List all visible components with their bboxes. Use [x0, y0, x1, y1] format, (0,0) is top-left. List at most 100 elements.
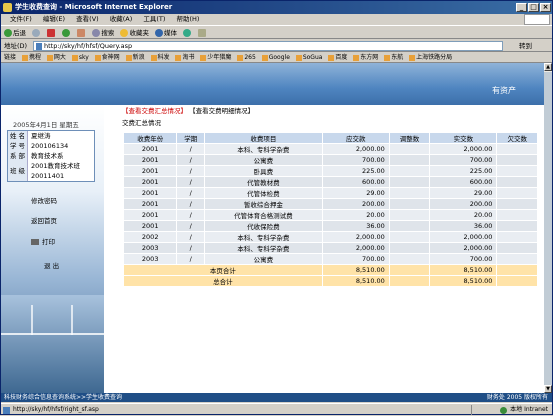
link-item[interactable]: 东航 [384, 52, 403, 62]
vertical-scrollbar[interactable]: ▲ ▼ [544, 63, 552, 393]
link-item[interactable]: 东方网 [353, 52, 378, 62]
table-cell: 700.00 [429, 253, 498, 265]
maximize-button[interactable]: □ [528, 3, 539, 12]
tab-detail[interactable]: 【查看交费明细情况】 [189, 107, 254, 115]
address-bar: 地址(D) http://sky/hf/hfsf/Query.asp 转到 [1, 40, 552, 52]
menu-view[interactable]: 查看(V) [76, 14, 99, 25]
scroll-thumb[interactable] [544, 72, 552, 392]
printer-icon [31, 239, 39, 245]
close-button[interactable]: × [540, 3, 551, 12]
table-cell [388, 209, 431, 221]
home-button[interactable] [77, 26, 86, 40]
refresh-button[interactable] [62, 26, 71, 40]
total-paid: 8,510.00 [429, 275, 498, 287]
table-cell: 36.00 [321, 220, 390, 232]
table-cell: 代管体检费 [204, 187, 323, 199]
section-title: 交费汇总情况 [122, 119, 161, 127]
table-cell: / [176, 154, 206, 166]
table-cell [496, 143, 538, 155]
table-cell: 暂收综合押金 [204, 198, 323, 210]
table-cell: 2,000.00 [429, 242, 498, 254]
link-item[interactable]: 少年猎魔 [200, 52, 231, 62]
stop-button[interactable] [47, 26, 56, 40]
table-cell [496, 242, 538, 254]
scroll-down-icon[interactable]: ▼ [544, 385, 552, 393]
logout-link[interactable]: 退 出 [44, 260, 59, 270]
address-input[interactable]: http://sky/hf/hfsf/Query.asp [33, 41, 503, 51]
table-cell [496, 198, 538, 210]
history-button[interactable] [183, 26, 192, 40]
home-link[interactable]: 返回首页 [31, 215, 57, 225]
table-cell: 代管体育合格测试费 [204, 209, 323, 221]
info-row-name: 姓 名夏继涛 [8, 131, 51, 141]
link-item[interactable]: 265 [237, 52, 255, 62]
table-cell [496, 176, 538, 188]
link-item[interactable]: 携程 [22, 52, 41, 62]
forward-button[interactable] [32, 26, 41, 40]
link-item[interactable]: 食神网 [95, 52, 120, 62]
link-item[interactable]: Google [262, 52, 290, 62]
table-header: 收费年份 学期 收费项目 应交款 调整数 实交数 欠交数 [122, 132, 538, 144]
table-cell: 2001 [122, 220, 178, 232]
menu-edit[interactable]: 编辑(E) [43, 14, 65, 25]
link-item[interactable]: 上海铁路分局 [409, 52, 452, 62]
page-icon [36, 43, 42, 50]
footer-right: 财务处 2005 版权所有 [486, 394, 548, 401]
table-cell [496, 231, 538, 243]
table-cell: / [176, 209, 206, 221]
media-button[interactable]: 媒体 [155, 26, 177, 40]
banner-text: 有资产 [492, 86, 516, 95]
favorites-button[interactable]: 收藏夹 [120, 26, 149, 40]
link-item[interactable]: 网大 [47, 52, 66, 62]
link-item[interactable]: 科发 [151, 52, 170, 62]
table-row: 2001/代管体检费 29.00 29.00 [122, 187, 538, 199]
student-info: 姓 名夏继涛 学 号 200106134 系 部教育技术系 班 级 2001教育技术… [7, 130, 95, 182]
table-cell: 代管教材费 [204, 176, 323, 188]
search-button[interactable]: 搜索 [92, 26, 114, 40]
window-title: 学生收费查询 - Microsoft Internet Explorer [15, 3, 173, 11]
tab-summary[interactable]: 【查看交费汇总情况】 [122, 107, 187, 115]
menu-tools[interactable]: 工具(T) [143, 14, 165, 25]
table-cell: 600.00 [429, 176, 498, 188]
table-cell: 2001 [122, 187, 178, 199]
link-item[interactable]: 百度 [328, 52, 347, 62]
info-row-dept: 系 部教育技术系 [8, 151, 64, 161]
table-cell: 2001 [122, 209, 178, 221]
table-cell [388, 198, 431, 210]
table-cell: / [176, 231, 206, 243]
media-icon [155, 29, 164, 37]
link-item[interactable]: SoGua [296, 52, 323, 62]
table-cell: 225.00 [321, 165, 390, 177]
minimize-button[interactable]: _ [516, 3, 527, 12]
print-link[interactable]: 打印 [31, 236, 55, 246]
table-cell: 36.00 [429, 220, 498, 232]
menu-file[interactable]: 文件(F) [10, 14, 32, 25]
scroll-up-icon[interactable]: ▲ [544, 63, 552, 71]
table-cell [388, 176, 431, 188]
back-button[interactable]: 后退 [4, 26, 26, 40]
bridge-image [1, 295, 104, 393]
table-cell: 2002 [122, 231, 178, 243]
page-icon [3, 407, 10, 414]
table-cell: / [176, 143, 206, 155]
menu-favorites[interactable]: 收藏(A) [110, 14, 133, 25]
mail-button[interactable] [198, 26, 207, 40]
table-row: 2002/本科、专科学杂费 2,000.00 2,000.00 [122, 231, 538, 243]
table-row: 2003/本科、专科学杂费 2,000.00 2,000.00 [122, 242, 538, 254]
security-zone: 本地 Intranet [500, 404, 548, 416]
go-button[interactable]: 转到 [519, 40, 532, 52]
page-total-row: 本页合计 8,510.00 8,510.00 [123, 264, 538, 276]
table-cell [388, 231, 431, 243]
table-cell: / [176, 253, 206, 265]
table-cell: 2,000.00 [429, 231, 498, 243]
title-bar: 学生收费查询 - Microsoft Internet Explorer _ □… [1, 1, 552, 14]
link-item[interactable]: 新浪 [126, 52, 145, 62]
table-cell: 700.00 [321, 154, 390, 166]
stop-icon [47, 29, 56, 37]
menu-help[interactable]: 帮助(H) [177, 14, 200, 25]
table-cell [496, 220, 538, 232]
table-cell: 代收保险费 [204, 220, 323, 232]
link-item[interactable]: 淘书 [175, 52, 194, 62]
link-item[interactable]: sky [72, 52, 89, 62]
change-password-link[interactable]: 修改密码 [31, 195, 57, 205]
